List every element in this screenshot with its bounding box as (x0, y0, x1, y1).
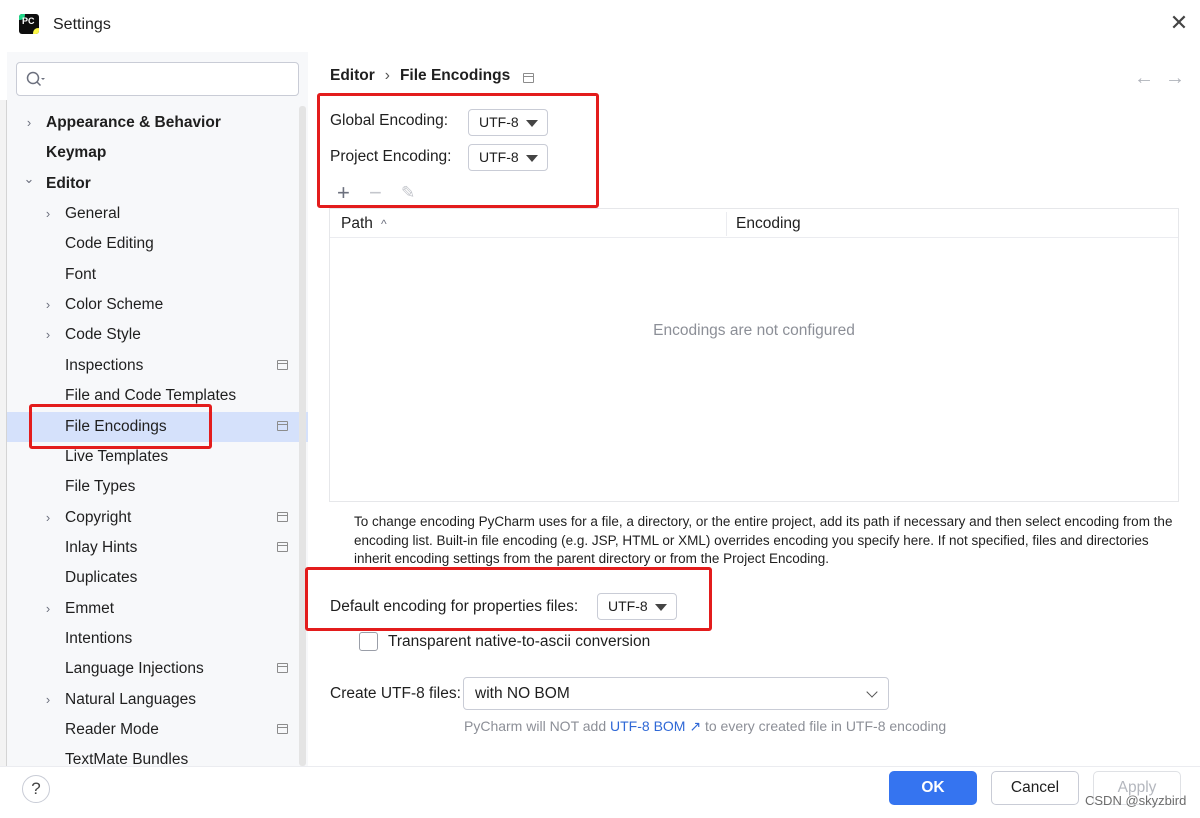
sidebar-item-emmet[interactable]: › Emmet (7, 594, 299, 624)
sidebar-item-label: Natural Languages (65, 690, 196, 708)
sidebar-item-label: Copyright (65, 508, 132, 526)
sidebar-item-duplicates[interactable]: Duplicates (7, 563, 299, 593)
sidebar-item-intentions[interactable]: Intentions (7, 624, 299, 654)
sidebar-item-label: TextMate Bundles (65, 751, 189, 766)
annotation-highlight-properties (305, 567, 712, 631)
sidebar-item-inlay-hints[interactable]: Inlay Hints (7, 533, 299, 563)
annotation-highlight-encodings (317, 93, 599, 208)
sidebar-item-label: Inlay Hints (65, 538, 138, 556)
sidebar-item-textmate-bundles[interactable]: TextMate Bundles (7, 745, 299, 766)
sidebar-item-label: Inspections (65, 356, 144, 374)
chevron-right-icon[interactable]: › (22, 108, 36, 138)
sidebar-item-label: General (65, 205, 121, 223)
sidebar-item-general[interactable]: › General (7, 199, 299, 229)
window-title: Settings (53, 16, 111, 33)
sidebar-item-label: Font (65, 265, 97, 283)
table-empty-text: Encodings are not configured (653, 322, 855, 339)
watermark: CSDN @skyzbird (1085, 793, 1187, 808)
sidebar-item-label: Appearance & Behavior (46, 114, 221, 131)
sidebar-item-label: Intentions (65, 629, 133, 647)
chevron-down-icon[interactable]: ⌄ (22, 164, 36, 194)
sidebar-item-appearance-behavior[interactable]: › Appearance & Behavior (7, 108, 299, 138)
sidebar-item-reader-mode[interactable]: Reader Mode (7, 715, 299, 745)
sidebar-item-editor[interactable]: ⌄ Editor (7, 169, 299, 199)
sidebar-scrollbar[interactable] (299, 106, 306, 766)
sidebar-item-label: Code Editing (65, 235, 154, 253)
bom-hint-prefix: PyCharm will NOT add (464, 718, 607, 734)
project-scope-icon (277, 724, 288, 734)
project-scope-icon (277, 359, 288, 370)
bom-hint: PyCharm will NOT add UTF-8 BOM ↗ to ever… (464, 718, 946, 735)
breadcrumb-current: File Encodings (399, 67, 511, 84)
project-scope-icon (523, 73, 534, 83)
pycharm-logo-icon: PC (19, 14, 39, 34)
sidebar-item-natural-languages[interactable]: › Natural Languages (7, 685, 299, 715)
search-input[interactable] (16, 62, 299, 96)
sidebar-item-color-scheme[interactable]: › Color Scheme (7, 290, 299, 320)
sidebar-item-language-injections[interactable]: Language Injections (7, 654, 299, 684)
close-icon[interactable]: ✕ (1168, 12, 1190, 34)
sidebar-item-label: Duplicates (65, 569, 138, 587)
sidebar-item-label: Emmet (65, 599, 115, 617)
sidebar-item-label: Code Style (65, 326, 141, 344)
project-scope-icon (277, 420, 288, 431)
chevron-right-icon[interactable]: › (41, 290, 55, 320)
utf8-bom-link[interactable]: UTF-8 BOM ↗ (610, 718, 701, 734)
column-divider[interactable] (726, 212, 727, 236)
chevron-right-icon[interactable]: › (41, 685, 55, 715)
sidebar-item-keymap[interactable]: Keymap (7, 138, 299, 168)
project-scope-icon (277, 663, 288, 674)
breadcrumb: Editor › File Encodings (330, 67, 510, 85)
transparent-conversion-checkbox[interactable] (359, 632, 378, 651)
breadcrumb-separator: › (384, 67, 390, 84)
bom-hint-suffix: to every created file in UTF-8 encoding (704, 718, 947, 734)
background-window-edge (0, 100, 7, 770)
sidebar-item-label: File Types (65, 478, 136, 496)
sidebar-item-code-editing[interactable]: Code Editing (7, 229, 299, 259)
encoding-help-text: To change encoding PyCharm uses for a fi… (354, 514, 1173, 566)
transparent-conversion-label[interactable]: Transparent native-to-ascii conversion (388, 633, 650, 651)
sidebar-item-code-style[interactable]: › Code Style (7, 320, 299, 350)
sidebar-item-file-types[interactable]: File Types (7, 472, 299, 502)
chevron-right-icon[interactable]: › (41, 503, 55, 533)
encodings-table[interactable] (329, 208, 1179, 502)
sort-ascending-icon: ^ (381, 217, 387, 231)
sidebar-item-label: Language Injections (65, 660, 204, 678)
bom-value: with NO BOM (475, 685, 570, 702)
chevron-right-icon[interactable]: › (41, 199, 55, 229)
column-header-path[interactable]: Path (341, 215, 373, 233)
breadcrumb-parent[interactable]: Editor (330, 67, 375, 84)
project-scope-icon (277, 511, 288, 522)
create-utf8-label: Create UTF-8 files: (330, 685, 461, 702)
help-button[interactable]: ? (22, 775, 50, 803)
chevron-right-icon[interactable]: › (41, 320, 55, 350)
annotation-highlight-sidebar (29, 404, 212, 449)
search-icon (26, 71, 45, 87)
chevron-right-icon[interactable]: › (41, 594, 55, 624)
back-arrow-icon[interactable]: ← (1134, 67, 1154, 90)
sidebar-item-label: Color Scheme (65, 296, 164, 314)
chevron-down-icon (866, 686, 878, 698)
sidebar-item-label: Reader Mode (65, 721, 159, 738)
cancel-button[interactable]: Cancel (991, 771, 1079, 805)
ok-button[interactable]: OK (889, 771, 977, 805)
project-scope-icon (277, 541, 288, 552)
forward-arrow-icon[interactable]: → (1165, 67, 1185, 90)
bom-dropdown[interactable]: with NO BOM (463, 677, 889, 710)
sidebar-item-inspections[interactable]: Inspections (7, 351, 299, 381)
sidebar-item-copyright[interactable]: › Copyright (7, 503, 299, 533)
column-header-encoding[interactable]: Encoding (736, 215, 801, 233)
sidebar-item-label: Keymap (46, 144, 107, 162)
sidebar-item-font[interactable]: Font (7, 260, 299, 290)
sidebar-item-label: Editor (46, 174, 91, 192)
title-bar (0, 0, 1200, 52)
